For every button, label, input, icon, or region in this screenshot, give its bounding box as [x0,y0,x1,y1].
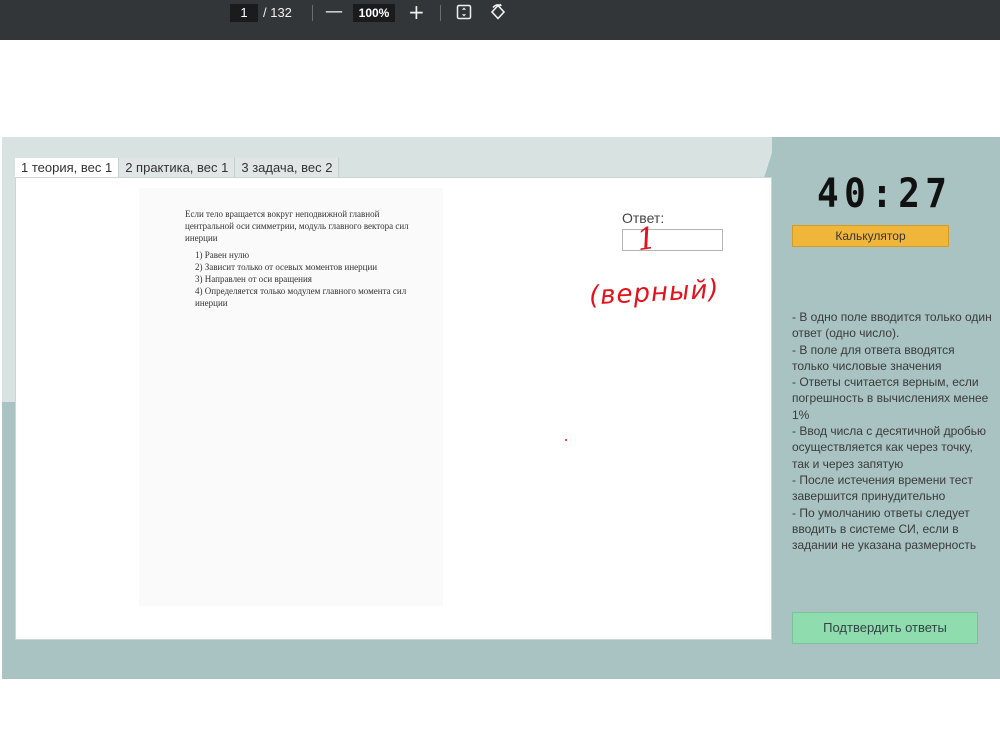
question-option: 4) Определяется только модулем главного … [195,286,407,308]
countdown-timer: 40:27 [817,171,953,217]
rotate-icon[interactable] [489,3,507,21]
question-option: 2) Зависит только от осевых моментов ине… [195,262,378,272]
rule-item: - Ввод числа с десятичной дробью осущест… [792,424,987,471]
submit-answers-button[interactable]: Подтвердить ответы [792,612,978,644]
rule-item: - После истечения времени тест завершитс… [792,472,973,504]
question-image: Если тело вращается вокруг неподвижной г… [139,188,443,606]
rule-item: - По умолчанию ответы следует вводить в … [792,505,977,553]
toolbar-divider [312,5,313,21]
question-option: 3) Направлен от оси вращения [195,274,312,284]
page-number-input[interactable]: 1 [230,4,258,22]
test-window: 1 теория, вес 1 2 практика, вес 1 3 зада… [2,137,1000,679]
question-option: 1) Равен нулю [195,250,250,260]
question-tabs: 1 теория, вес 1 2 практика, вес 1 3 зада… [15,158,340,178]
tab-task[interactable]: 3 задача, вес 2 [235,158,340,178]
rule-item: - В одно поле вводится только один ответ… [792,310,992,341]
pdf-toolbar: 1 / 132 — 100% + [0,0,1000,40]
page-total: / 132 [263,5,292,20]
zoom-level-input[interactable]: 100% [353,4,395,22]
tab-theory[interactable]: 1 теория, вес 1 [15,158,120,178]
toolbar-divider [440,5,441,21]
question-options: 1) Равен нулю 2) Зависит только от осевы… [195,249,430,309]
tab-practice[interactable]: 2 практика, вес 1 [119,158,236,178]
zoom-in-button[interactable]: + [408,0,425,24]
fit-to-page-icon[interactable] [456,4,472,20]
question-content: Если тело вращается вокруг неподвижной г… [15,177,772,640]
red-dot-mark [565,439,567,441]
rule-item: - В поле для ответа вводятся только числ… [792,342,955,373]
handwritten-note: (верный) [588,274,721,312]
left-band [2,402,16,642]
rules-list: - В одно поле вводится только один ответ… [792,309,992,553]
question-text: Если тело вращается вокруг неподвижной г… [185,209,409,243]
handwritten-answer: 1 [634,220,659,259]
zoom-out-button[interactable]: — [325,1,343,23]
rule-item: - Ответы считается верным, если погрешно… [792,375,989,422]
calculator-button[interactable]: Калькулятор [792,225,949,247]
